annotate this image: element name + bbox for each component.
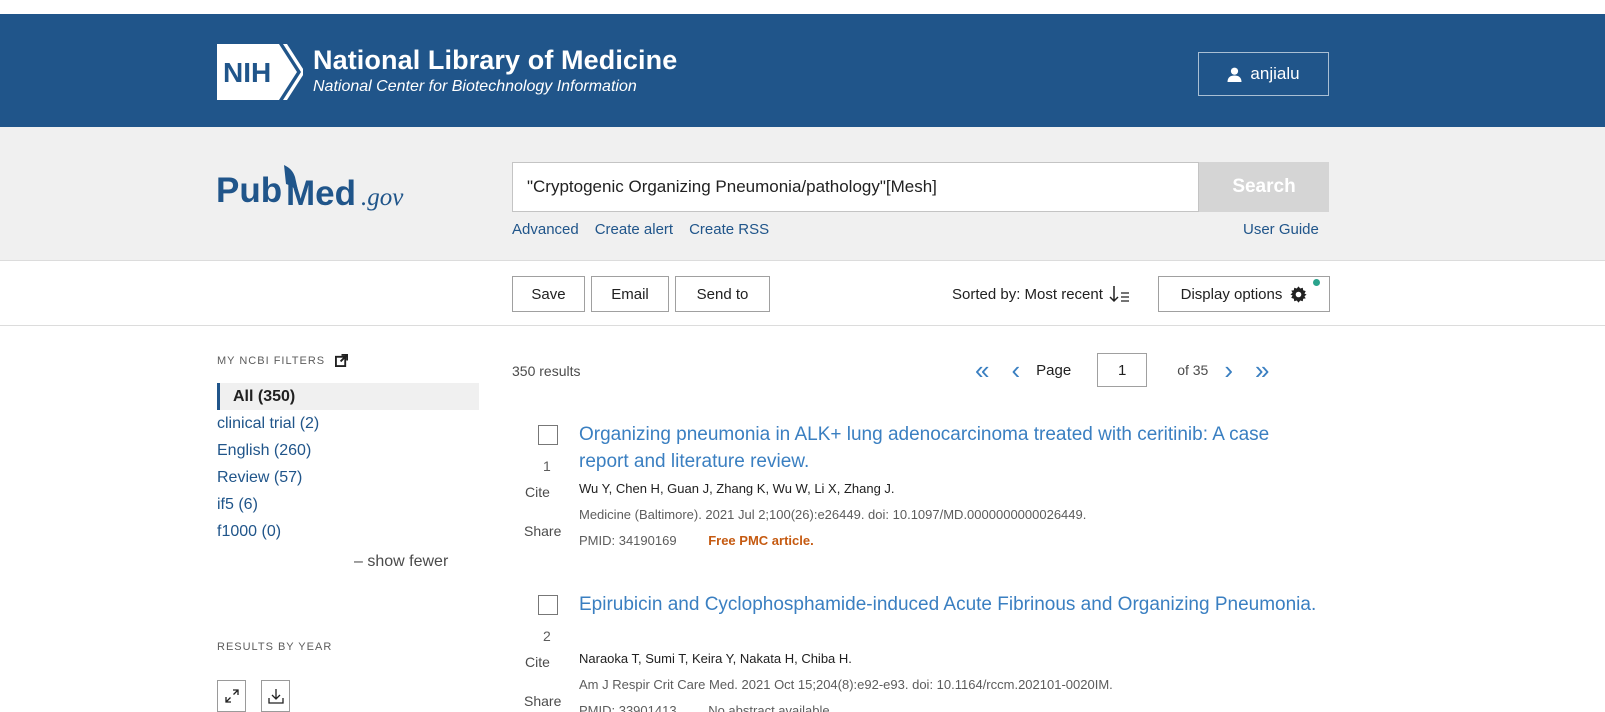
- filter-list: All (350) clinical trial (2) English (26…: [217, 383, 479, 545]
- sidebar: MY NCBI FILTERS All (350) clinical trial…: [217, 354, 479, 712]
- free-pmc-badge[interactable]: Free PMC article.: [708, 533, 814, 548]
- result-pmid: PMID: 33901413: [579, 703, 677, 712]
- share-button[interactable]: Share: [524, 693, 561, 709]
- user-guide-container: User Guide: [1243, 221, 1319, 238]
- top-strip: [0, 0, 1605, 14]
- result-authors: Wu Y, Chen H, Guan J, Zhang K, Wu W, Li …: [579, 481, 895, 496]
- pubmed-logo[interactable]: Pub Med .gov: [216, 155, 431, 227]
- filter-item-clinical-trial[interactable]: clinical trial (2): [217, 410, 479, 437]
- download-icon: [267, 689, 284, 704]
- search-band: Pub Med .gov Search Advanced Create aler…: [0, 127, 1605, 261]
- my-ncbi-filters-heading: MY NCBI FILTERS: [217, 354, 479, 367]
- cite-button[interactable]: Cite: [525, 654, 550, 670]
- page-of-label: of 35: [1177, 362, 1209, 378]
- filter-item-f1000[interactable]: f1000 (0): [217, 518, 479, 545]
- svg-text:Pub: Pub: [216, 171, 282, 210]
- results-count: 350 results: [512, 363, 581, 379]
- result-title-link[interactable]: Epirubicin and Cyclophosphamide-induced …: [579, 591, 1319, 618]
- user-guide-link[interactable]: User Guide: [1243, 221, 1319, 238]
- save-button[interactable]: Save: [512, 276, 585, 312]
- result-citation: Medicine (Baltimore). 2021 Jul 2;100(26)…: [579, 507, 1087, 522]
- share-button[interactable]: Share: [524, 523, 561, 539]
- result-authors: Naraoka T, Sumi T, Keira Y, Nakata H, Ch…: [579, 651, 852, 666]
- next-page-icon[interactable]: ›: [1224, 357, 1233, 383]
- prev-page-icon[interactable]: ‹: [1011, 357, 1020, 383]
- result-citation: Am J Respir Crit Care Med. 2021 Oct 15;2…: [579, 677, 1113, 692]
- search-input[interactable]: [512, 162, 1199, 212]
- send-to-button[interactable]: Send to: [675, 276, 770, 312]
- external-link-icon[interactable]: [335, 354, 349, 367]
- filter-item-all[interactable]: All (350): [217, 383, 479, 410]
- display-options-button[interactable]: Display options: [1158, 276, 1330, 312]
- sort-control[interactable]: Sorted by: Most recent: [952, 284, 1131, 304]
- nih-title[interactable]: National Library of Medicine: [313, 45, 677, 76]
- expand-icon: [224, 689, 239, 703]
- cite-button[interactable]: Cite: [525, 484, 550, 500]
- filter-item-english[interactable]: English (260): [217, 437, 479, 464]
- user-icon: [1227, 67, 1242, 82]
- show-fewer-button[interactable]: – show fewer: [354, 553, 448, 571]
- svg-text:Med: Med: [286, 174, 356, 213]
- result-title-link[interactable]: Organizing pneumonia in ALK+ lung adenoc…: [579, 421, 1319, 475]
- result-checkbox[interactable]: [538, 595, 558, 615]
- result-pmid: PMID: 34190169: [579, 533, 677, 548]
- search-button[interactable]: Search: [1199, 162, 1329, 212]
- svg-text:.gov: .gov: [361, 184, 404, 211]
- sort-label: Sorted by: Most recent: [952, 285, 1103, 303]
- pubmed-logo-icon: Pub Med .gov: [216, 165, 404, 213]
- nih-header: NIH National Library of Medicine Nationa…: [0, 14, 1605, 127]
- nih-logo-icon: NIH: [217, 44, 303, 100]
- user-name: anjialu: [1250, 64, 1300, 83]
- filters-heading-label: MY NCBI FILTERS: [217, 354, 326, 367]
- result-number: 2: [543, 628, 551, 644]
- nih-logo[interactable]: NIH: [217, 44, 303, 100]
- search-links: Advanced Create alert Create RSS: [512, 221, 769, 238]
- result-item: 2 Cite Share Epirubicin and Cyclophospha…: [512, 591, 1332, 712]
- last-page-icon[interactable]: »: [1255, 357, 1269, 383]
- show-fewer-label: show fewer: [367, 553, 449, 570]
- user-account-button[interactable]: anjialu: [1198, 52, 1329, 96]
- display-options-indicator: [1313, 279, 1320, 286]
- no-abstract-note: No abstract available.: [708, 703, 834, 712]
- first-page-icon[interactable]: «: [975, 357, 989, 383]
- download-chart-button[interactable]: [261, 680, 290, 712]
- result-pmid-row: PMID: 33901413 No abstract available.: [579, 703, 833, 712]
- minus-icon: –: [354, 553, 363, 570]
- expand-chart-button[interactable]: [217, 680, 246, 712]
- filter-item-all-label: All (350): [233, 387, 296, 405]
- nih-subtitle: National Center for Biotechnology Inform…: [313, 78, 637, 95]
- pubmed-app: NIH National Library of Medicine Nationa…: [0, 0, 1605, 712]
- filter-item-if5[interactable]: if5 (6): [217, 491, 479, 518]
- action-bar: Save Email Send to Sorted by: Most recen…: [0, 262, 1605, 326]
- result-checkbox[interactable]: [538, 425, 558, 445]
- pagination: « ‹ Page of 35 › »: [975, 352, 1269, 388]
- filter-item-review[interactable]: Review (57): [217, 464, 479, 491]
- result-number: 1: [543, 458, 551, 474]
- sort-icon: [1109, 286, 1129, 303]
- page-number-input[interactable]: [1097, 353, 1148, 387]
- advanced-link[interactable]: Advanced: [512, 221, 579, 238]
- page-label: Page: [1036, 361, 1072, 379]
- email-button[interactable]: Email: [591, 276, 669, 312]
- gear-icon: [1290, 285, 1307, 303]
- results-by-year-heading: RESULTS BY YEAR: [217, 641, 333, 653]
- result-pmid-row: PMID: 34190169 Free PMC article.: [579, 533, 814, 548]
- create-rss-link[interactable]: Create RSS: [689, 221, 769, 238]
- display-options-label: Display options: [1180, 285, 1283, 303]
- nih-logo-text: NIH: [223, 57, 271, 88]
- result-item: 1 Cite Share Organizing pneumonia in ALK…: [512, 421, 1332, 571]
- create-alert-link[interactable]: Create alert: [595, 221, 673, 238]
